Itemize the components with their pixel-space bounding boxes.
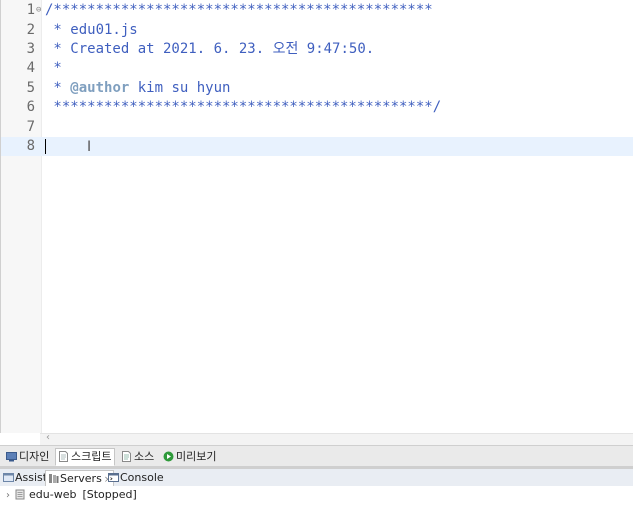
expand-chevron-icon[interactable]: › [6,490,10,501]
scroll-left-icon[interactable]: ‹ [46,432,50,443]
bottom-view-tabs: Assist Servers × Console [0,469,633,487]
tab-label: Servers [60,472,102,485]
line-number: 2 [26,22,35,38]
code-line[interactable]: 6 **************************************… [1,98,633,117]
code-line[interactable]: 5 * @author kim su hyun [1,79,633,98]
code-line[interactable]: 4 * [1,59,633,78]
tab-label: 소스 [134,450,155,463]
source-file-icon [121,451,132,462]
code-editor[interactable]: 1 ⊖ /***********************************… [0,0,633,433]
server-name: edu-web [29,488,77,501]
servers-icon [48,473,59,484]
line-number: 4 [26,60,35,76]
tab-label: 디자인 [19,450,50,463]
line-number: 8 [26,138,35,154]
code-text: * [45,60,62,76]
tab-servers[interactable]: Servers × [45,470,115,486]
tab-label: Console [120,471,164,484]
text-caret [45,139,46,154]
tab-source[interactable]: 소스 [118,448,158,466]
line-number: 6 [26,99,35,115]
code-text: * @author kim su hyun [45,79,230,98]
doc-tag: @author [70,80,130,96]
tab-label: Assist [15,471,48,484]
code-line[interactable]: 1 ⊖ /***********************************… [1,1,633,20]
code-text: ****************************************… [45,99,442,115]
code-text: * Created at 2021. 6. 23. 오전 9:47:50. [45,41,375,57]
server-status: [Stopped] [82,488,137,501]
comment-rest: kim su hyun [129,80,231,96]
code-line[interactable]: 3 * Created at 2021. 6. 23. 오전 9:47:50. [1,40,633,59]
current-code-line[interactable]: 8 I [1,137,633,156]
tab-design[interactable]: 디자인 [3,448,53,466]
script-file-icon [58,451,69,462]
assist-icon [3,472,14,483]
design-icon [6,451,17,462]
tab-script[interactable]: 스크립트 [55,448,116,466]
code-text: /***************************************… [45,2,433,18]
preview-play-icon [163,451,174,462]
tab-preview[interactable]: 미리보기 [160,448,220,466]
line-number: 7 [26,119,35,135]
comment-prefix: * [45,80,71,96]
code-line[interactable]: 2 * edu01.js [1,21,633,40]
code-text: * edu01.js [45,22,138,38]
tab-console[interactable]: Console [106,470,166,485]
server-icon [15,489,26,500]
tab-assist[interactable]: Assist [1,470,49,485]
code-line[interactable]: 7 [1,118,633,137]
line-number: 5 [26,80,35,96]
servers-panel: › edu-web [Stopped] [0,486,633,506]
tab-label: 스크립트 [71,450,112,463]
editor-mode-tabs: 디자인 스크립트 소스 미리보기 [0,445,633,466]
server-row[interactable]: › edu-web [Stopped] [6,488,137,502]
line-number: 1 [26,2,35,18]
tab-label: 미리보기 [176,450,217,463]
console-icon [108,472,119,483]
fold-toggle-icon[interactable]: ⊖ [36,1,41,20]
line-number: 3 [26,41,35,57]
ibeam-cursor-icon: I [87,139,92,155]
